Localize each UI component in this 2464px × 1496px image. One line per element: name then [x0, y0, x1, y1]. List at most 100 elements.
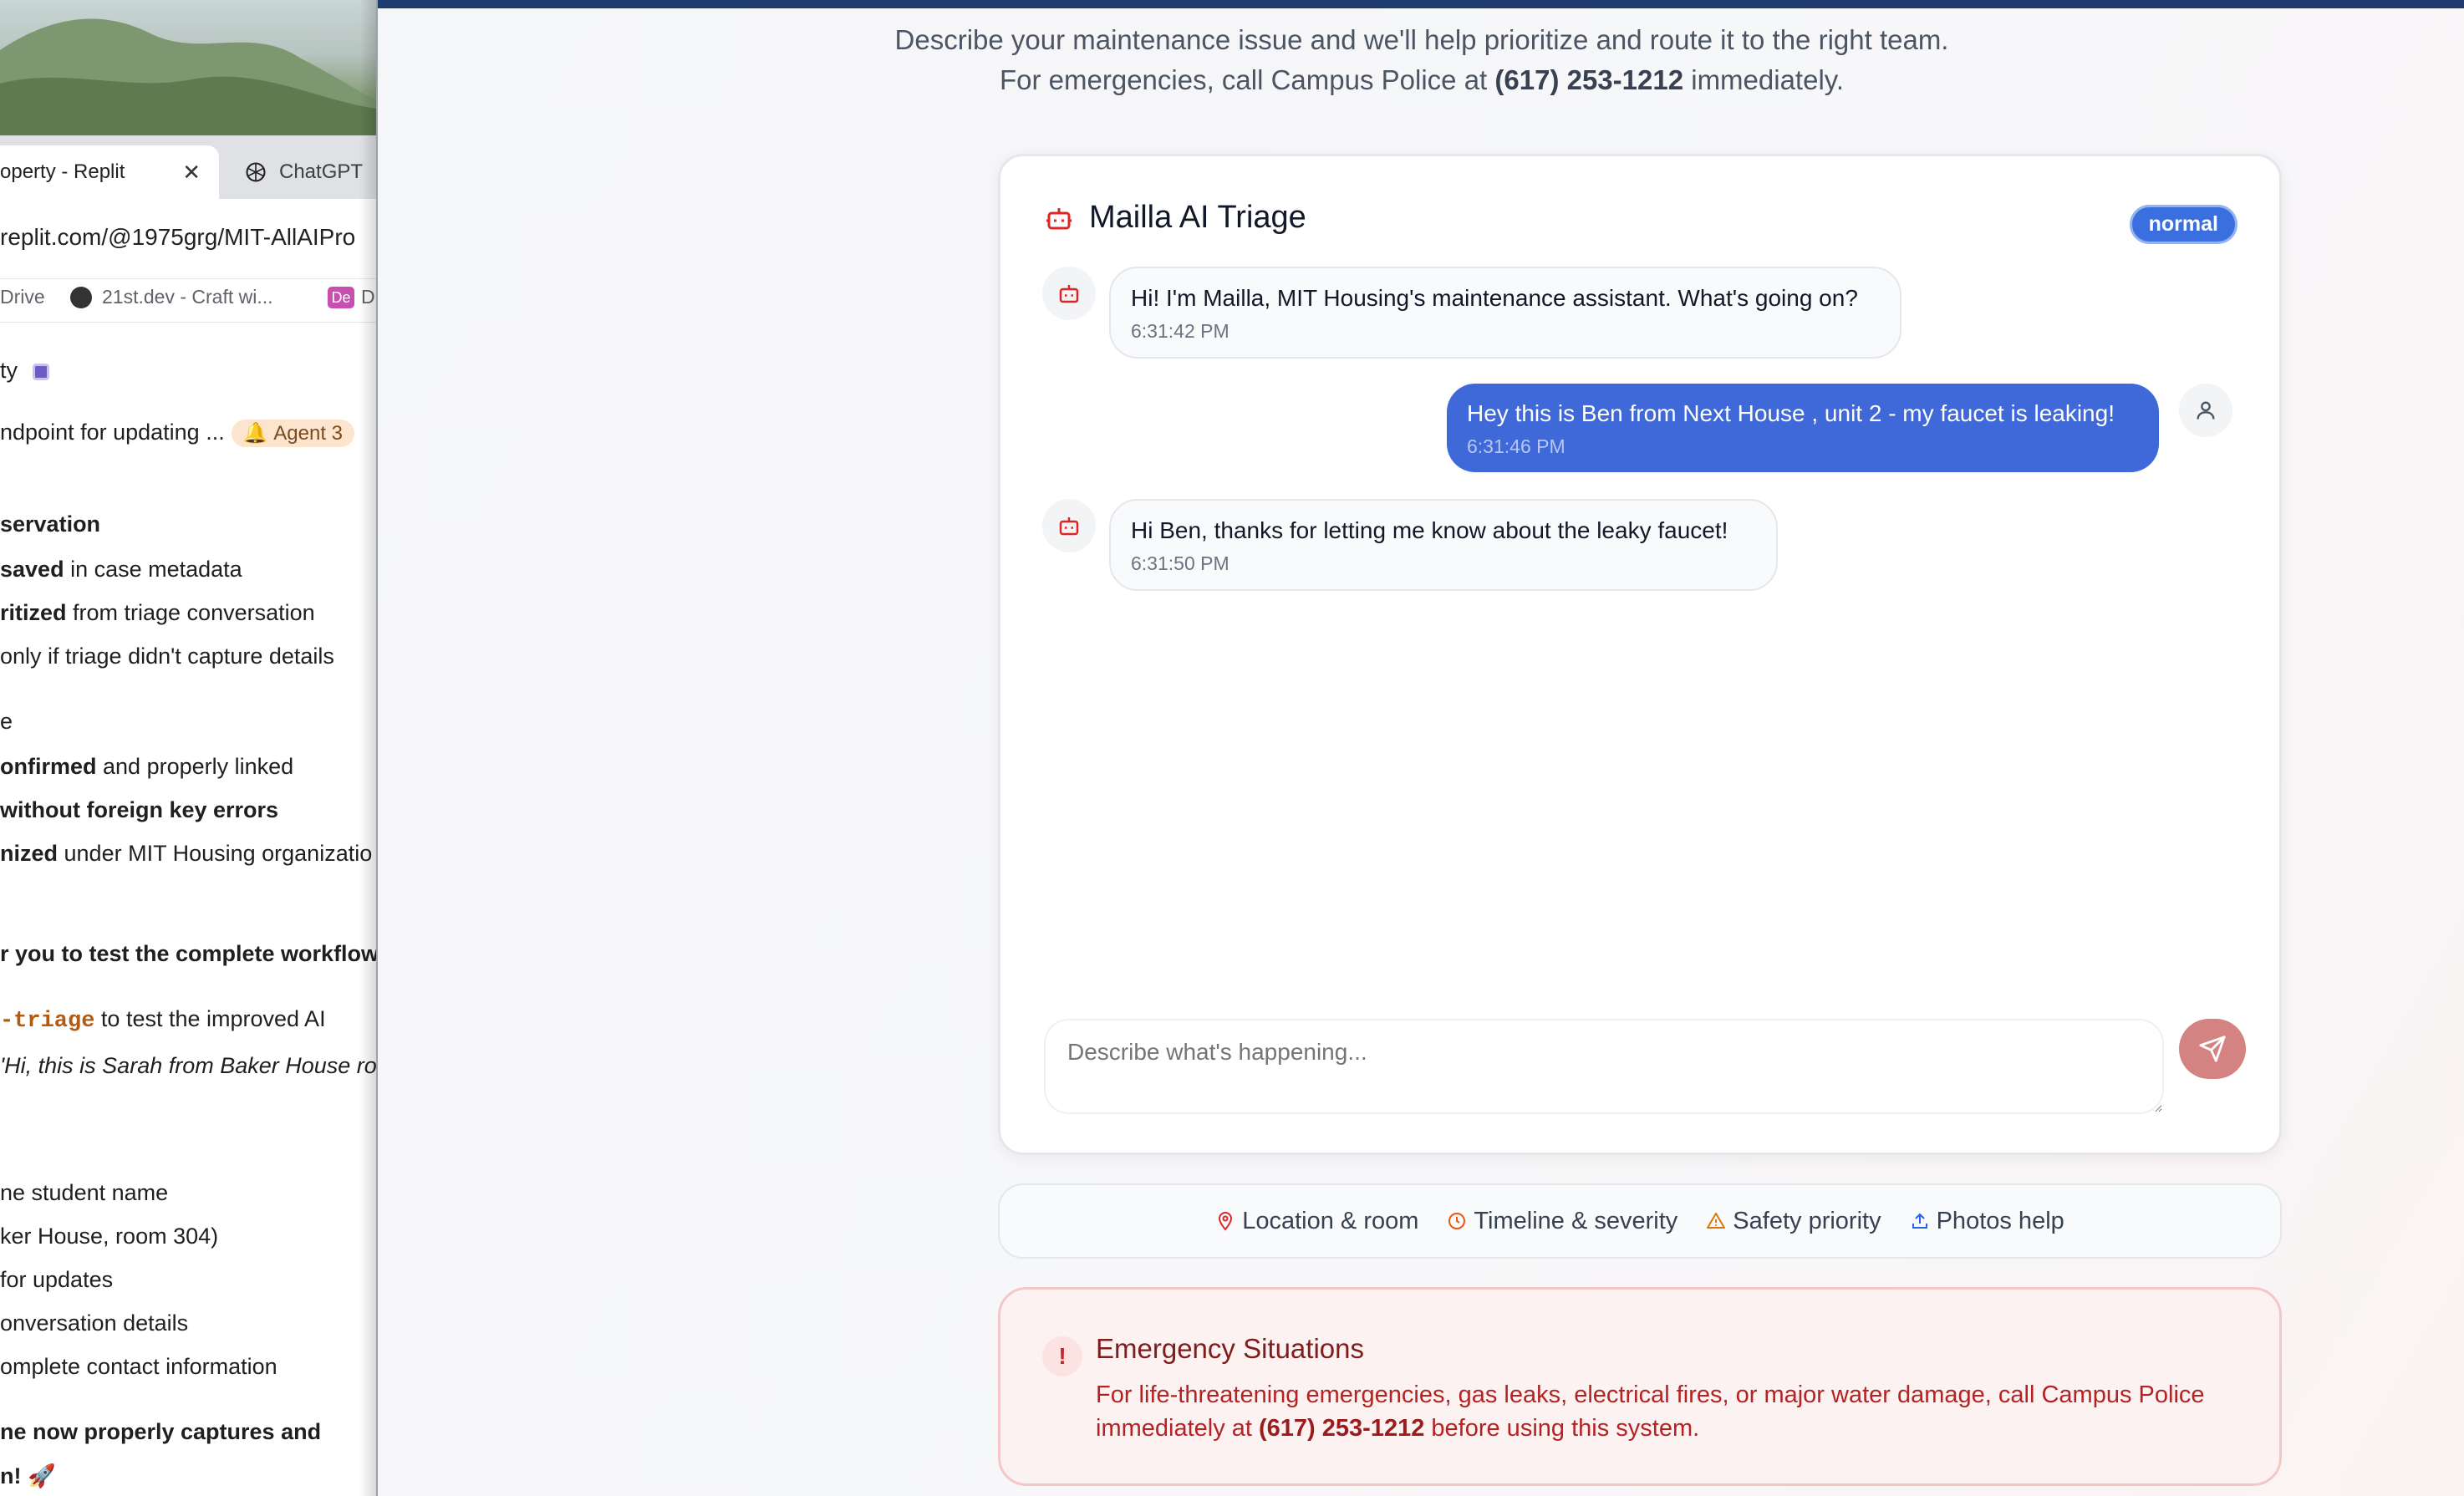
agent-line: ne student name [0, 1180, 168, 1206]
agent-line: servation [0, 511, 100, 537]
de-icon: De [328, 286, 354, 308]
agent-line: saved in case metadata [0, 557, 242, 583]
maintenance-app-window: Describe your maintenance issue and we'l… [376, 0, 2464, 1496]
chip-photos: Photos help [1910, 1208, 2064, 1235]
browser-tab-strip: roperty - Replit ✕ ChatGPT [0, 135, 376, 199]
tab-label: roperty - Replit [0, 160, 125, 183]
agent-text: to test the improved AI [94, 1006, 326, 1031]
alert-icon: ! [1042, 1336, 1082, 1376]
agent-line: only if triage didn't capture details [0, 644, 334, 669]
agent-line: ty [0, 358, 50, 384]
agent-text: under MIT Housing organizatio [58, 841, 373, 866]
agent-text: n! 🚀 [0, 1463, 56, 1488]
bookmark-21st-dev[interactable]: 21st.dev - Craft wi... [70, 286, 273, 308]
bookmarks-bar: Drive 21st.dev - Craft wi... De D [0, 279, 376, 323]
upload-icon [1912, 1213, 1927, 1229]
message-timestamp: 6:31:46 PM [1467, 435, 1565, 457]
agent-text: ne now properly captures and [0, 1419, 322, 1444]
agent-badge-label: Agent 3 [273, 421, 343, 445]
agent-text: in case metadata [64, 557, 242, 582]
agent-text: ritized [0, 600, 67, 625]
url-text[interactable]: replit.com/@1975grg/MIT-AllAIPro [0, 224, 355, 251]
message-input[interactable] [1044, 1019, 2164, 1114]
clock-icon [1448, 1213, 1466, 1229]
emergency-phone: (617) 253-1212 [1259, 1415, 1425, 1442]
chat-header: Mailla AI Triage [1044, 200, 1306, 236]
agent-line: ne now properly captures and [0, 1419, 321, 1445]
agent-text: ne student name [0, 1180, 169, 1205]
intro-text-part: immediately. [1683, 64, 1845, 95]
top-accent-bar [378, 0, 2464, 8]
code-snippet: -triage [0, 1009, 95, 1034]
intro-text-part: For emergencies, call Campus Police at [999, 64, 1495, 95]
tab-label: ChatGPT [279, 160, 364, 183]
intro-text: Describe your maintenance issue and we'l… [378, 20, 2464, 100]
bot-avatar [1042, 267, 1096, 320]
agent-text: ker House, room 304) [0, 1224, 219, 1249]
agent-line: ker House, room 304) [0, 1224, 218, 1249]
agent-text: ty [0, 358, 18, 383]
bot-icon [1059, 285, 1079, 303]
emergency-title: Emergency Situations [1096, 1333, 1364, 1364]
agent-text: omplete contact information [0, 1354, 277, 1379]
warning-triangle-icon [1707, 1213, 1726, 1229]
campus-police-phone: (617) 253-1212 [1494, 64, 1684, 95]
chip-safety: Safety priority [1706, 1208, 1881, 1235]
chip-timeline: Timeline & severity [1447, 1208, 1677, 1235]
message-text: Hi Ben, thanks for letting me know about… [1131, 517, 1728, 543]
agent-badge[interactable]: 🔔 Agent 3 [231, 420, 354, 448]
chip-label: Timeline & severity [1474, 1207, 1678, 1234]
agent-text: only if triage didn't capture details [0, 644, 334, 669]
emergency-body: For life-threatening emergencies, gas le… [1096, 1378, 2258, 1445]
message-timestamp: 6:31:50 PM [1131, 552, 1229, 574]
send-button[interactable] [2179, 1019, 2246, 1079]
agent-text: nized [0, 841, 59, 866]
agent-text: servation [0, 511, 101, 537]
agent-text: ndpoint for updating ... [0, 420, 225, 445]
user-icon [2197, 401, 2215, 420]
chat-card: Mailla AI Triage normal Hi! I'm Mailla, … [998, 154, 2282, 1155]
emergency-notice: ! Emergency Situations For life-threaten… [998, 1287, 2282, 1486]
tab-replit[interactable]: roperty - Replit ✕ [0, 145, 219, 199]
map-pin-icon [1219, 1212, 1233, 1231]
agent-text: onfirmed [0, 754, 97, 779]
send-icon [2199, 1035, 2226, 1062]
agent-text: for updates [0, 1267, 114, 1292]
21st-dev-icon [70, 286, 92, 308]
close-tab-icon[interactable]: ✕ [182, 160, 201, 186]
agent-line: 'Hi, this is Sarah from Baker House ro [0, 1053, 376, 1079]
agent-text: 'Hi, this is Sarah from Baker House ro [0, 1053, 376, 1078]
agent-line: nized under MIT Housing organizatio [0, 841, 372, 867]
bookmark-label: Drive [0, 286, 45, 308]
priority-status-badge: normal [2129, 205, 2237, 244]
agent-line: -triage to test the improved AI [0, 1006, 326, 1034]
desktop-wallpaper [0, 0, 376, 135]
chat-title: Mailla AI Triage [1089, 200, 1306, 235]
agent-line: ndpoint for updating ... 🔔 Agent 3 [0, 420, 354, 448]
bot-avatar [1042, 499, 1096, 552]
message-text: Hey this is Ben from Next House , unit 2… [1467, 400, 2115, 426]
bookmark-label: 21st.dev - Craft wi... [102, 286, 273, 308]
stop-icon[interactable] [33, 363, 50, 380]
agent-line: r you to test the complete workflow [0, 941, 376, 967]
agent-text: without foreign key errors [0, 797, 279, 822]
tab-chatgpt[interactable]: ChatGPT [226, 145, 376, 199]
help-topics-bar: Location & room Timeline & severity Safe… [998, 1183, 2282, 1259]
address-bar[interactable]: replit.com/@1975grg/MIT-AllAIPro [0, 199, 376, 279]
intro-line-2: For emergencies, call Campus Police at (… [378, 60, 2464, 100]
intro-line-1: Describe your maintenance issue and we'l… [894, 24, 1949, 55]
agent-text: onversation details [0, 1310, 189, 1336]
agent-line: n! 🚀 [0, 1463, 56, 1489]
chip-label: Location & room [1242, 1207, 1419, 1234]
bell-icon: 🔔 [242, 422, 274, 445]
bot-icon [1046, 207, 1072, 229]
bookmark-drive[interactable]: Drive [0, 286, 45, 308]
message-text: Hi! I'm Mailla, MIT Housing's maintenanc… [1131, 285, 1858, 311]
chip-label: Safety priority [1733, 1207, 1881, 1234]
bot-message: Hi! I'm Mailla, MIT Housing's maintenanc… [1109, 267, 1901, 359]
agent-line: onfirmed and properly linked [0, 754, 293, 780]
agent-text: saved [0, 557, 64, 582]
agent-line: e [0, 709, 13, 735]
chatgpt-icon [246, 162, 266, 182]
agent-text: from triage conversation [66, 600, 315, 625]
